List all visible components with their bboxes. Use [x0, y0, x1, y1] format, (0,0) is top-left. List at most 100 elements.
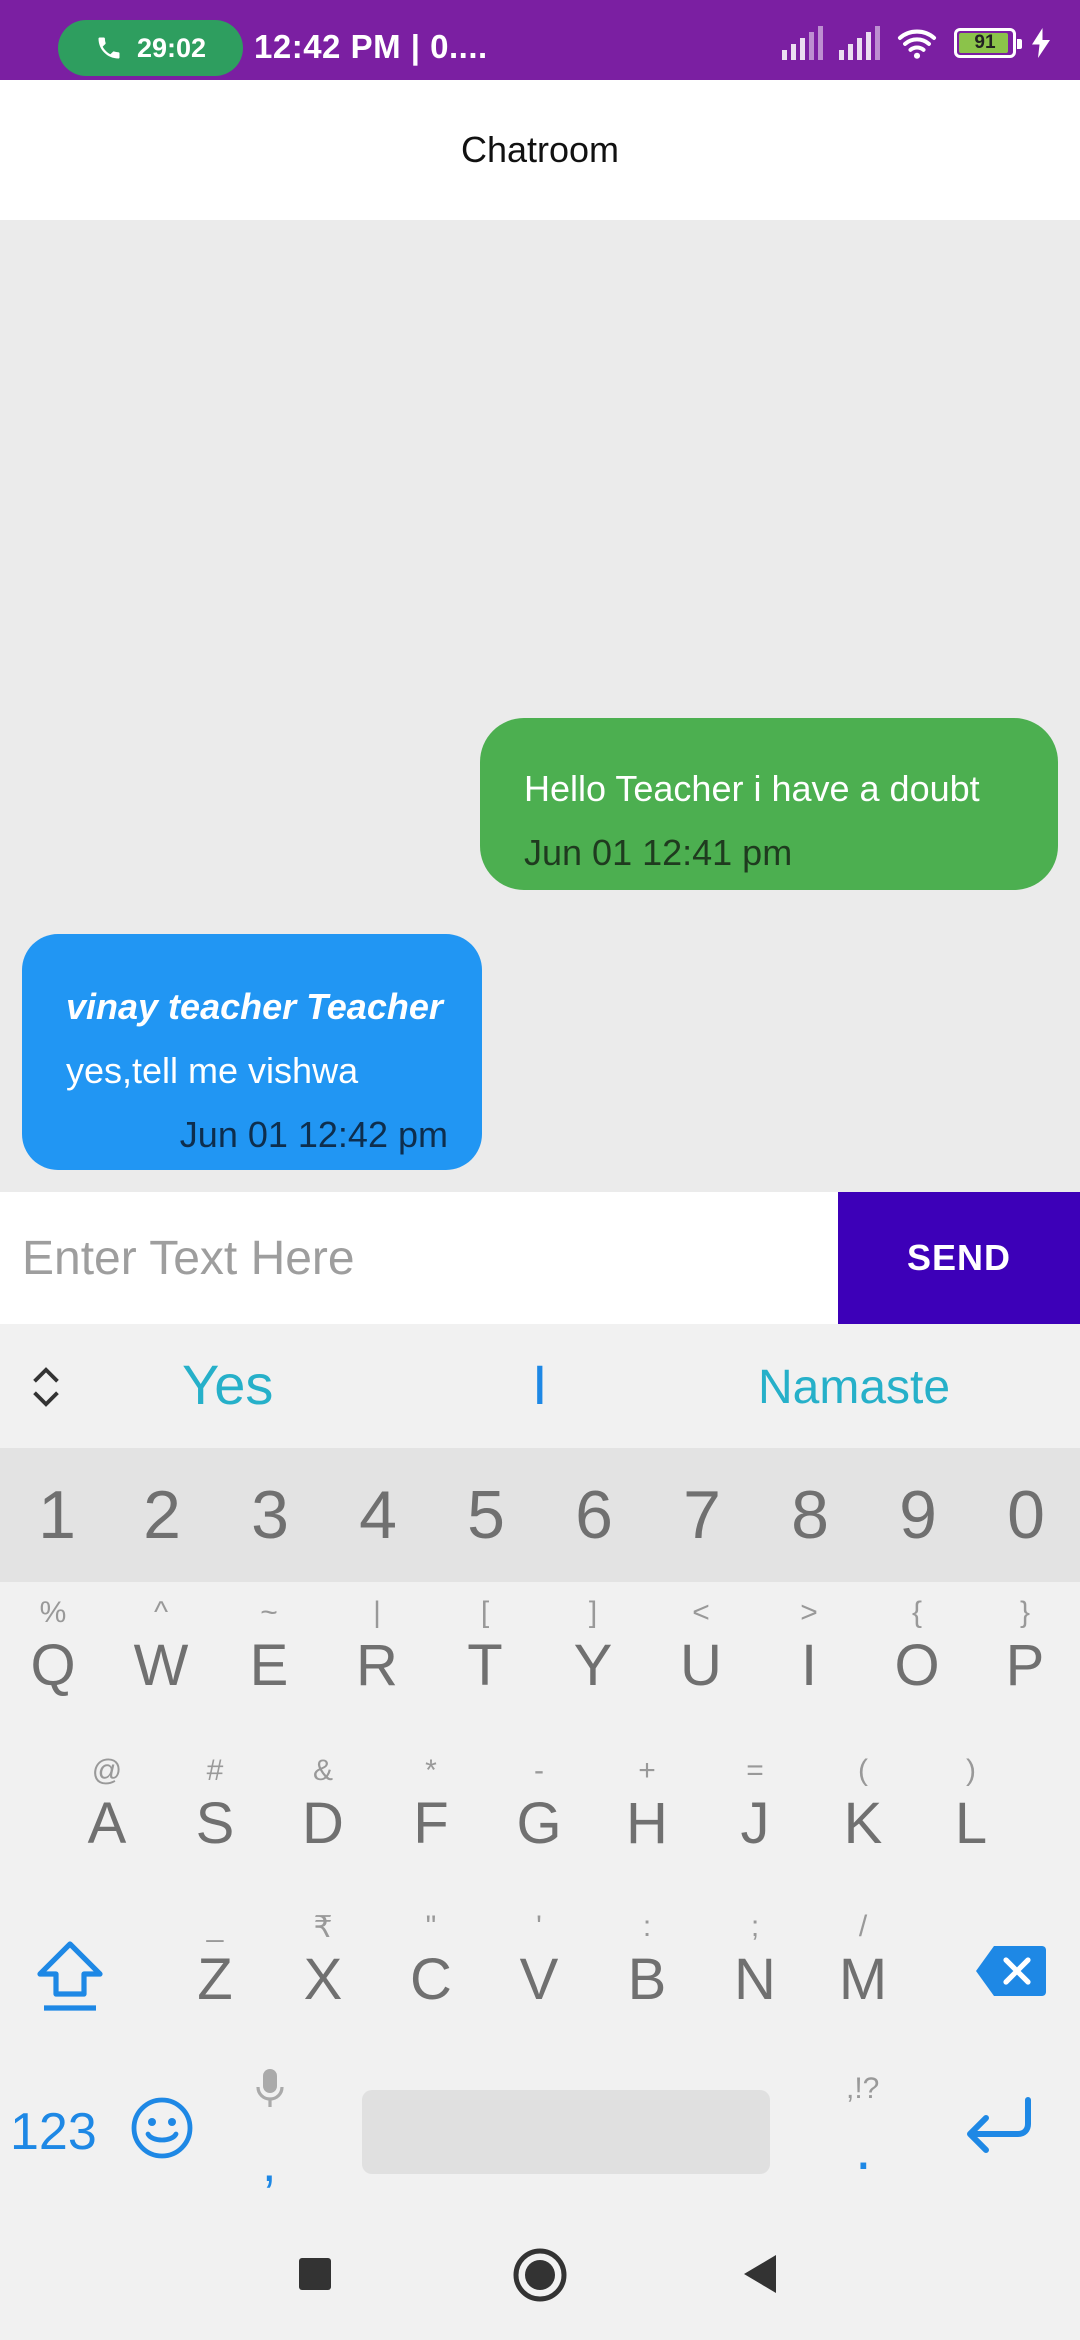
signal-icon-2 — [839, 26, 880, 60]
message-composer: SEND — [0, 1192, 1080, 1324]
key-i[interactable]: > I — [759, 1596, 859, 1699]
key[interactable]: 3 — [230, 1476, 310, 1554]
key-alt: ~ — [260, 1596, 278, 1629]
key-alt: _ — [206, 1910, 224, 1943]
key-alt: @ — [91, 1754, 123, 1787]
enter-icon[interactable] — [960, 2096, 1036, 2156]
key-label: L — [954, 1791, 988, 1856]
key-label: H — [626, 1791, 668, 1856]
shift-icon[interactable] — [30, 1936, 110, 2016]
expand-toolbar-icon[interactable] — [30, 1366, 62, 1408]
ongoing-call-pill[interactable]: 29:02 — [58, 20, 243, 76]
key-z[interactable]: _ Z — [165, 1910, 265, 2013]
key-c[interactable]: " C — [381, 1910, 481, 2013]
key-alt: ; — [750, 1910, 760, 1943]
suggestion-bar: Yes I Namaste — [0, 1324, 1080, 1448]
outgoing-message-bubble[interactable]: Hello Teacher i have a doubt Jun 01 12:4… — [480, 718, 1058, 890]
key-alt: " — [425, 1910, 437, 1943]
incoming-message-bubble[interactable]: vinay teacher Teacher yes,tell me vishwa… — [22, 934, 482, 1170]
key[interactable]: 6 — [554, 1476, 634, 1554]
key-label: U — [680, 1633, 722, 1698]
key-label: O — [894, 1633, 940, 1698]
key-alt: [ — [480, 1596, 490, 1629]
key-alt: { — [911, 1596, 923, 1629]
punctuation-hint: ,!? — [846, 2072, 880, 2105]
backspace-icon[interactable] — [976, 1946, 1046, 1996]
key-b[interactable]: :B — [597, 1910, 697, 2013]
emoji-icon[interactable] — [130, 2096, 194, 2160]
key-a[interactable]: @ A — [57, 1754, 157, 1857]
key-alt: * — [425, 1754, 437, 1787]
key-alt: ) — [966, 1754, 976, 1787]
period-key[interactable]: . — [855, 2114, 872, 2183]
suggestion-item[interactable]: Yes — [182, 1352, 273, 1417]
key[interactable]: 7 — [662, 1476, 742, 1554]
key[interactable]: 0 — [986, 1476, 1066, 1554]
call-timer: 29:02 — [136, 32, 207, 63]
space-bar[interactable] — [362, 2090, 770, 2174]
key-label: A — [87, 1791, 127, 1856]
wifi-icon — [897, 29, 937, 59]
key-y[interactable]: ] Y — [543, 1596, 643, 1699]
key-alt: - — [534, 1754, 544, 1787]
key-label: T — [467, 1633, 503, 1698]
number-row: 1 2 3 4 5 6 7 8 9 0 — [0, 1448, 1080, 1582]
key[interactable]: 2 — [122, 1476, 202, 1554]
key-v[interactable]: ' V — [489, 1910, 589, 2013]
key-u[interactable]: < U — [651, 1596, 751, 1699]
key[interactable]: 4 — [338, 1476, 418, 1554]
key[interactable]: 9 — [878, 1476, 958, 1554]
key-label: V — [519, 1947, 559, 2012]
send-button[interactable]: SEND — [838, 1192, 1080, 1324]
key-d[interactable]: & D — [273, 1754, 373, 1857]
chat-message-list[interactable]: Hello Teacher i have a doubt Jun 01 12:4… — [0, 220, 1080, 1192]
key-e[interactable]: ~ E — [219, 1596, 319, 1699]
key-t[interactable]: [T — [435, 1596, 535, 1699]
status-time: 12:42 PM | 0.... — [254, 28, 488, 65]
key-p[interactable]: } P — [975, 1596, 1075, 1699]
key-s[interactable]: # S — [165, 1754, 265, 1857]
key[interactable]: 5 — [446, 1476, 526, 1554]
key-g[interactable]: -G — [489, 1754, 589, 1857]
key-m[interactable]: / M — [813, 1910, 913, 2013]
comma-key[interactable]: , — [262, 2134, 276, 2194]
battery-level: 91 — [974, 32, 996, 53]
key-n[interactable]: ; N — [705, 1910, 805, 2013]
key-x[interactable]: ₹ X — [273, 1910, 373, 2013]
key-k[interactable]: (K — [813, 1754, 913, 1857]
key-label: J — [740, 1791, 770, 1856]
key[interactable]: 8 — [770, 1476, 850, 1554]
key-w[interactable]: ^ W — [111, 1596, 211, 1699]
key-label: M — [838, 1947, 888, 2012]
message-input[interactable] — [0, 1192, 838, 1324]
key-alt: # — [206, 1754, 224, 1787]
home-icon[interactable] — [512, 2247, 568, 2303]
back-icon[interactable] — [742, 2253, 778, 2295]
soft-keyboard: Yes I Namaste 1 2 3 4 5 6 7 8 9 0 % Q ^ W … — [0, 1324, 1080, 2209]
suggestion-item[interactable]: Namaste — [758, 1360, 950, 1415]
key-f[interactable]: * F — [381, 1754, 481, 1857]
key[interactable]: 1 — [17, 1476, 97, 1554]
key-o[interactable]: {O — [867, 1596, 967, 1699]
key-label: D — [302, 1791, 344, 1856]
key-alt: ^ — [153, 1596, 169, 1629]
key-label: Q — [30, 1633, 76, 1698]
key-label: F — [413, 1791, 449, 1856]
key-alt: ' — [536, 1910, 542, 1943]
key-h[interactable]: + H — [597, 1754, 697, 1857]
numbers-toggle-key[interactable]: 123 — [10, 2102, 97, 2162]
suggestion-item[interactable]: I — [532, 1352, 548, 1417]
message-text: Hello Teacher i have a doubt — [524, 768, 980, 809]
recents-icon[interactable] — [298, 2257, 332, 2291]
key-l[interactable]: ) L — [921, 1754, 1021, 1857]
key-label: I — [800, 1633, 818, 1698]
key-j[interactable]: = J — [705, 1754, 805, 1857]
key-alt: + — [638, 1754, 656, 1787]
key-label: R — [356, 1633, 398, 1698]
key-q[interactable]: % Q — [3, 1596, 103, 1699]
phone-icon — [98, 37, 120, 59]
key-label: P — [1005, 1633, 1045, 1698]
key-alt: ₹ — [313, 1911, 333, 1944]
key-r[interactable]: | R — [327, 1596, 427, 1699]
status-bar: 29:02 12:42 PM | 0.... 91 — [0, 0, 1080, 80]
